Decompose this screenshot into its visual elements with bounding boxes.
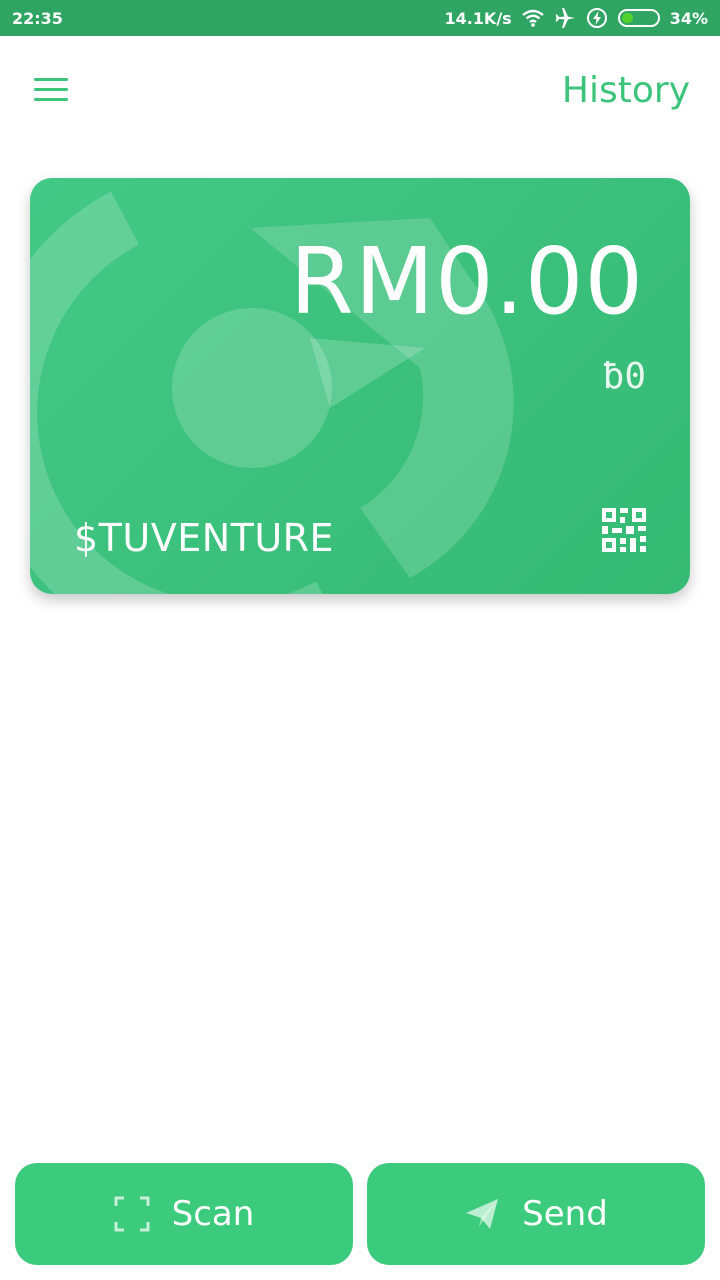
status-bar: 22:35 14.1K/s 34% xyxy=(0,0,720,36)
status-right: 14.1K/s 34% xyxy=(444,7,708,29)
wifi-icon xyxy=(521,7,544,29)
battery-body xyxy=(617,9,660,27)
airplane-icon xyxy=(554,7,576,29)
balance-amount: RM0.00 xyxy=(289,228,644,335)
hamburger-menu-icon[interactable] xyxy=(26,66,78,112)
battery-percent: 34% xyxy=(669,8,708,28)
menu-line xyxy=(34,87,68,91)
battery-icon xyxy=(617,9,660,27)
history-button[interactable]: History xyxy=(562,70,690,111)
scan-frame-icon xyxy=(114,1196,150,1232)
wallet-card: RM0.00 ƀ0 $TUVENTURE xyxy=(30,178,690,594)
menu-line xyxy=(34,97,68,101)
points-balance: ƀ0 xyxy=(602,356,646,397)
scan-button[interactable]: Scan xyxy=(15,1163,353,1265)
network-speed: 14.1K/s xyxy=(444,8,512,28)
brand-name: $TUVENTURE xyxy=(74,516,335,560)
battery-level xyxy=(621,13,633,23)
send-label: Send xyxy=(522,1194,608,1234)
charging-icon xyxy=(586,7,608,29)
qr-code-icon[interactable] xyxy=(602,508,646,552)
status-time: 22:35 xyxy=(12,8,63,28)
scan-label: Scan xyxy=(171,1194,255,1234)
send-button[interactable]: Send xyxy=(367,1163,705,1265)
paper-plane-icon xyxy=(466,1199,499,1229)
menu-line xyxy=(34,77,68,81)
